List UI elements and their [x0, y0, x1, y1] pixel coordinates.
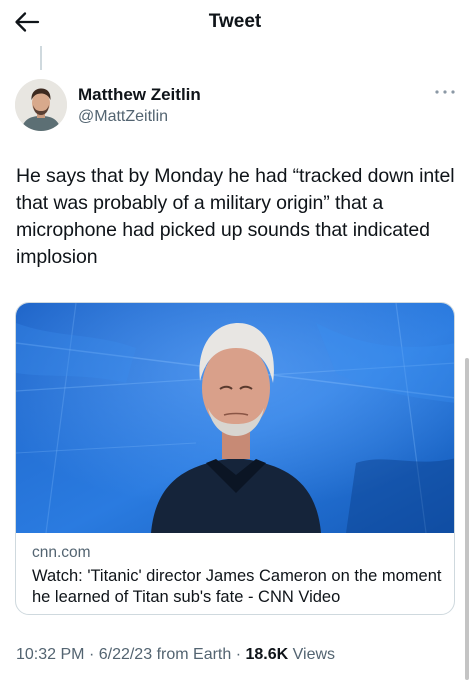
tweet-time[interactable]: 10:32 PM [16, 646, 84, 663]
video-thumbnail [16, 303, 454, 533]
source-prefix: from [156, 646, 189, 663]
card-domain: cnn.com [32, 544, 91, 561]
link-preview-card[interactable]: cnn.com Watch: 'Titanic' director James … [15, 302, 455, 615]
thread-connector-line [40, 46, 42, 70]
card-image [16, 303, 454, 533]
card-title: Watch: 'Titanic' director James Cameron … [32, 567, 442, 606]
more-horizontal-icon [435, 90, 455, 94]
top-bar: Tweet [0, 0, 470, 44]
meta-separator-2: · [235, 646, 242, 663]
views-count: 18.6K [245, 646, 289, 663]
tweet-source[interactable]: Earth [193, 646, 231, 663]
tweet-text: He says that by Monday he had “tracked d… [16, 165, 455, 268]
scrollbar[interactable] [465, 358, 469, 680]
author-name[interactable]: Matthew Zeitlin [78, 85, 201, 105]
views-label: Views [292, 646, 336, 663]
page-title: Tweet [208, 11, 262, 32]
meta-separator: · [88, 646, 95, 663]
tweet-metadata: 10:32 PM · 6/22/23 from Earth · 18.6K Vi… [16, 646, 335, 664]
author-avatar[interactable] [15, 79, 67, 131]
tweet-date[interactable]: 6/22/23 [99, 646, 152, 663]
more-options-button[interactable] [432, 86, 458, 98]
author-handle: @MattZeitlin [78, 108, 169, 125]
avatar-photo [15, 79, 67, 131]
